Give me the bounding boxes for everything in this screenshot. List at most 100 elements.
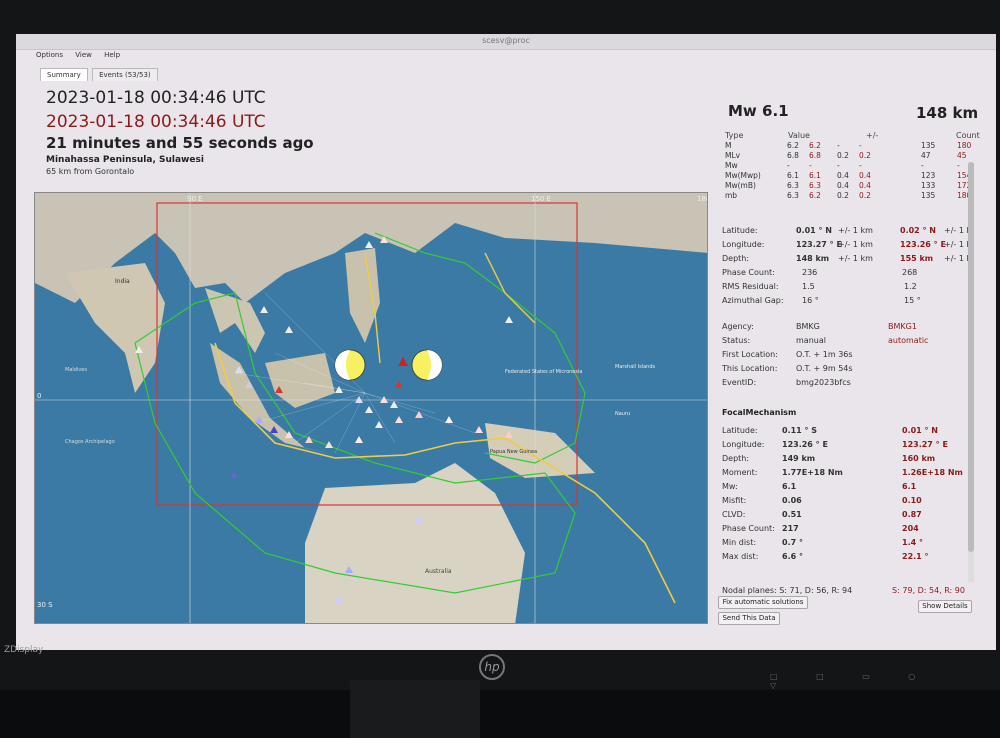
- row-longitude: Longitude: 123.27 ° E +/- 1 km 123.26 ° …: [722, 240, 992, 252]
- focal-v2: 160 km: [902, 454, 936, 463]
- magnitude-v2: -: [809, 161, 812, 170]
- lat-label: Latitude:: [722, 226, 758, 235]
- magnitude-v2: 6.8: [809, 151, 821, 160]
- focal-v1: 6.1: [782, 482, 797, 491]
- focal-row: Misfit: 0.06 0.10: [722, 496, 992, 508]
- focal-label: Max dist:: [722, 552, 759, 561]
- monitor-stand: [350, 680, 480, 738]
- magnitude-type: Mw(Mwp): [725, 171, 761, 180]
- nearest-city: 65 km from Gorontalo: [46, 167, 135, 176]
- focal-v1: 1.77E+18 Nm: [782, 468, 843, 477]
- focal-row: Moment: 1.77E+18 Nm 1.26E+18 Nm: [722, 468, 992, 480]
- focal-label: Moment:: [722, 468, 758, 477]
- nodal-v2: S: 79, D: 54, R: 90: [892, 586, 965, 595]
- lon-e1: +/- 1 km: [838, 240, 873, 249]
- focal-v1: 6.6 °: [782, 552, 803, 561]
- mag-header-type: Type: [725, 131, 744, 140]
- focal-row: Latitude: 0.11 ° S 0.01 ° N: [722, 426, 992, 438]
- focal-label: Phase Count:: [722, 524, 775, 533]
- depth-e1: +/- 1 km: [838, 254, 873, 263]
- magnitude-v1: 6.1: [787, 171, 799, 180]
- lon-v2: 123.26 ° E: [900, 240, 946, 249]
- event-id-label: EventID:: [722, 378, 757, 387]
- focal-label: Min dist:: [722, 538, 757, 547]
- magnitude-e2: 0.4: [859, 181, 871, 190]
- magnitude-e1: 0.4: [837, 181, 849, 190]
- row-agency: Agency: BMKG BMKG1: [722, 322, 992, 334]
- this-loc-label: This Location:: [722, 364, 778, 373]
- magnitude-type: Mw: [725, 161, 738, 170]
- first-loc-label: First Location:: [722, 350, 778, 359]
- focal-row: Longitude: 123.26 ° E 123.27 ° E: [722, 440, 992, 452]
- row-status: Status: manual automatic: [722, 336, 992, 348]
- fix-automatic-button[interactable]: Fix automatic solutions: [718, 596, 808, 609]
- tab-bar: Summary Events (53/53): [40, 68, 160, 82]
- agency-label: Agency:: [722, 322, 754, 331]
- lat-v2: 0.02 ° N: [900, 226, 937, 235]
- focal-v2: 0.87: [902, 510, 922, 519]
- status-label: Status:: [722, 336, 751, 345]
- window-title: scesv@proc: [482, 36, 530, 45]
- event-map[interactable]: 90 E 150 E 180 0 30 S India Maldives Aus…: [34, 192, 708, 624]
- tab-events[interactable]: Events (53/53): [92, 68, 158, 81]
- focal-label: Latitude:: [722, 426, 758, 435]
- rms-v2: 1.2: [904, 282, 917, 291]
- magnitude-e1: 0.2: [837, 151, 849, 160]
- magnitude-type: M: [725, 141, 732, 150]
- focal-v1: 0.06: [782, 496, 802, 505]
- label-fsm: Federated States of Micronesia: [505, 369, 582, 375]
- focal-label: Depth:: [722, 454, 750, 463]
- focal-v1: 123.26 ° E: [782, 440, 828, 449]
- magnitude-row: M 6.2 6.2 - - 135 180: [725, 141, 985, 151]
- magnitude-v1: -: [787, 161, 790, 170]
- magnitude-e2: -: [859, 141, 862, 150]
- phase-v2: 268: [902, 268, 918, 277]
- menu-view[interactable]: View: [75, 51, 92, 59]
- magnitude-c1: 123: [921, 171, 936, 180]
- gap-v1: 16 °: [802, 296, 819, 305]
- magnitude-c2: 45: [957, 151, 967, 160]
- scrollbar-thumb[interactable]: [968, 162, 974, 552]
- magnitude-c2: 180: [957, 141, 972, 150]
- label-marshall: Marshall Islands: [615, 364, 656, 370]
- focal-row: Depth: 149 km 160 km: [722, 454, 992, 466]
- magnitude-c2: -: [957, 161, 960, 170]
- focal-v2: 1.26E+18 Nm: [902, 468, 963, 477]
- tab-summary[interactable]: Summary: [40, 68, 88, 81]
- rms-v1: 1.5: [802, 282, 815, 291]
- magnitude-e1: 0.2: [837, 191, 849, 200]
- phase-label: Phase Count:: [722, 268, 775, 277]
- this-loc-v1: O.T. + 9m 54s: [796, 364, 853, 373]
- row-rms: RMS Residual: 1.5 1.2: [722, 282, 992, 294]
- mag-header-value: Value: [788, 131, 810, 140]
- depth-display: 148 km: [916, 104, 979, 122]
- magnitude-v1: 6.2: [787, 141, 799, 150]
- focal-v2: 204: [902, 524, 919, 533]
- magnitude-c1: 47: [921, 151, 931, 160]
- menu-help[interactable]: Help: [104, 51, 120, 59]
- focal-v1: 0.11 ° S: [782, 426, 818, 435]
- label-90e: 90 E: [187, 195, 203, 203]
- first-loc-v1: O.T. + 1m 36s: [796, 350, 853, 359]
- status-v2: automatic: [888, 336, 929, 345]
- mag-header-count: Count: [956, 131, 980, 140]
- magnitude-c1: -: [921, 161, 924, 170]
- row-this-location: This Location: O.T. + 9m 54s: [722, 364, 992, 376]
- magnitude-row: mb 6.3 6.2 0.2 0.2 135 180: [725, 191, 985, 201]
- show-details-button[interactable]: Show Details: [918, 600, 972, 613]
- magnitude-c1: 133: [921, 181, 936, 190]
- magnitude-type: Mw(mB): [725, 181, 756, 190]
- desk: [0, 690, 1000, 738]
- focal-row: Phase Count: 217 204: [722, 524, 992, 536]
- magnitude-type: mb: [725, 191, 738, 200]
- send-data-button[interactable]: Send This Data: [718, 612, 780, 625]
- focal-v2: 0.10: [902, 496, 922, 505]
- focal-label: Longitude:: [722, 440, 765, 449]
- beachball-2: [411, 349, 443, 381]
- monitor-controls[interactable]: □ □ ▭ ○ ▽: [770, 672, 970, 690]
- focal-label: Mw:: [722, 482, 738, 491]
- magnitude-v1: 6.3: [787, 191, 799, 200]
- menu-options[interactable]: Options: [36, 51, 63, 59]
- hp-logo: hp: [479, 654, 505, 680]
- agency-v2: BMKG1: [888, 322, 917, 331]
